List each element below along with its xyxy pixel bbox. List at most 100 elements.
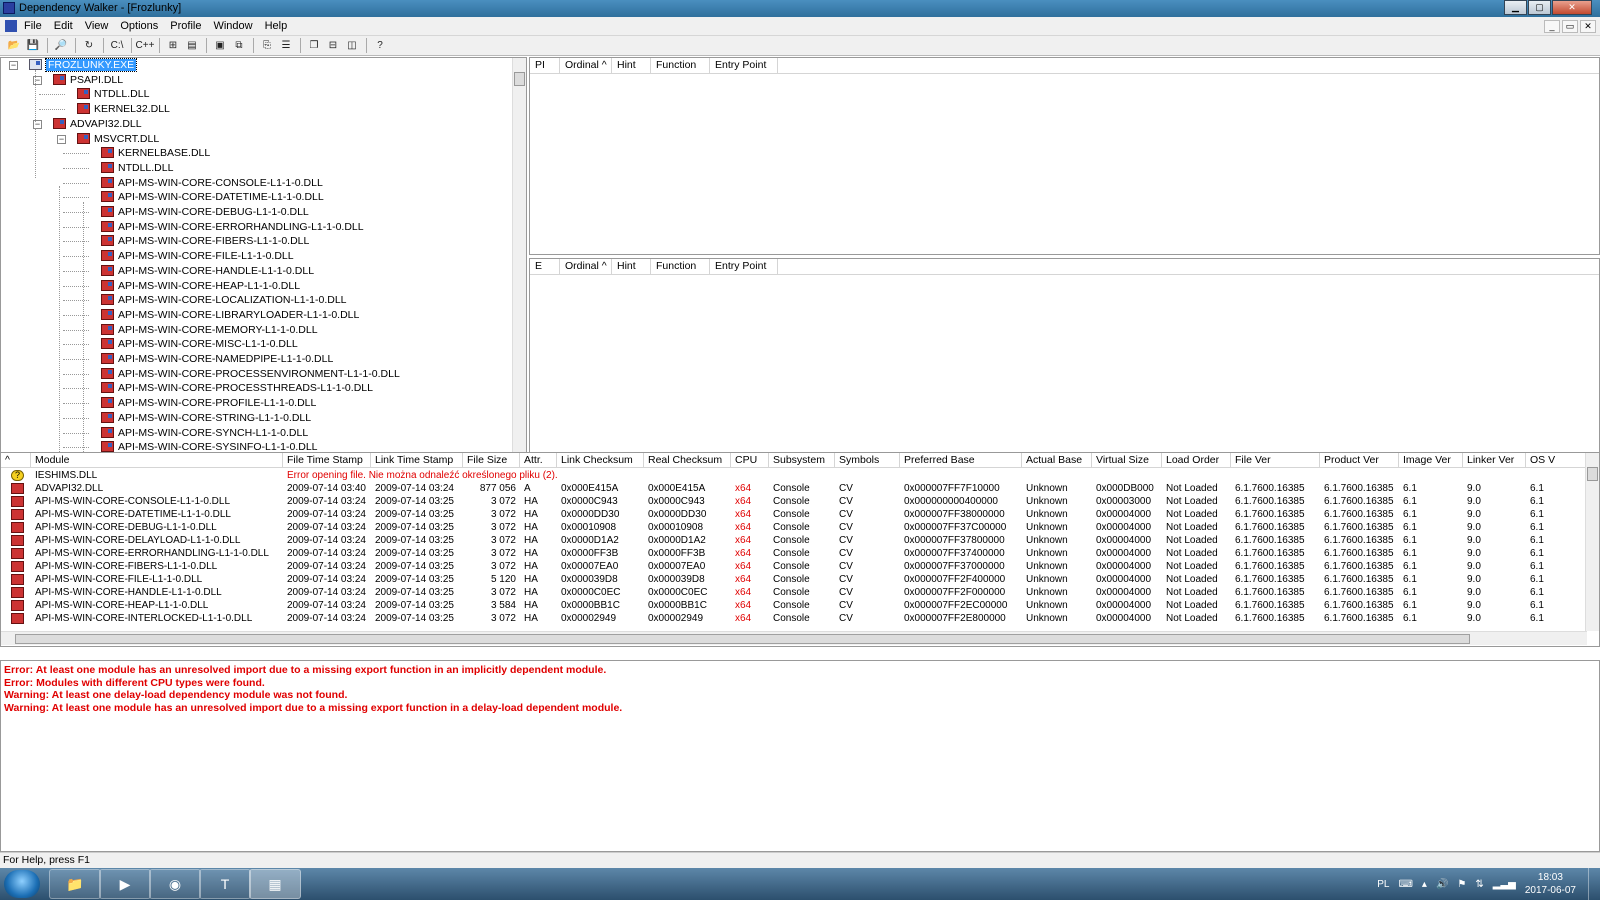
column-cpu[interactable]: CPU [731, 453, 769, 468]
tree-item[interactable]: API-MS-WIN-CORE-LIBRARYLOADER-L1-1-0.DLL [101, 308, 359, 323]
menu-edit[interactable]: Edit [54, 20, 81, 32]
tree-item[interactable]: API-MS-WIN-CORE-ERRORHANDLING-L1-1-0.DLL [101, 220, 364, 235]
column-actual-base[interactable]: Actual Base [1022, 453, 1092, 468]
column-preferred-base[interactable]: Preferred Base [900, 453, 1022, 468]
tree-item[interactable]: ADVAPI32.DLL [53, 117, 142, 132]
column-pi[interactable]: PI [530, 58, 560, 74]
tree-item[interactable]: API-MS-WIN-CORE-NAMEDPIPE-L1-1-0.DLL [101, 352, 333, 367]
properties-icon[interactable]: ▤ [183, 38, 201, 54]
column-function[interactable]: Function [651, 58, 710, 74]
cascade-icon[interactable]: ❐ [305, 38, 323, 54]
action-center-flag-icon[interactable]: ⚑ [1457, 879, 1466, 890]
undecorate-icon[interactable]: C++ [136, 38, 155, 54]
open-icon[interactable]: 📂 [5, 38, 23, 54]
start-button[interactable] [4, 870, 40, 898]
firefox-taskbar-button[interactable]: ◉ [149, 869, 201, 899]
tree-item[interactable]: API-MS-WIN-CORE-DATETIME-L1-1-0.DLL [101, 190, 324, 205]
media-player-taskbar-button[interactable]: ▶ [99, 869, 151, 899]
show-desktop-button[interactable] [1588, 868, 1600, 900]
column-file-version[interactable]: File Ver [1231, 453, 1320, 468]
scrollbar-thumb[interactable] [1587, 467, 1598, 481]
column-file-time-stamp[interactable]: File Time Stamp [283, 453, 371, 468]
full-paths-icon[interactable]: C:\ [108, 38, 126, 54]
external-viewer-icon[interactable]: ⧉ [230, 38, 248, 54]
auto-expand-icon[interactable]: ⊞ [164, 38, 182, 54]
clock[interactable]: 18:03 2017-06-07 [1525, 871, 1576, 897]
table-row[interactable]: API-MS-WIN-CORE-HEAP-L1-1-0.DLL 2009-07-1… [1, 599, 1599, 612]
tree-item[interactable]: KERNELBASE.DLL [101, 146, 210, 161]
module-list-vertical-scrollbar[interactable] [1585, 453, 1599, 631]
column-product-version[interactable]: Product Ver [1320, 453, 1399, 468]
tree-item[interactable]: API-MS-WIN-CORE-STRING-L1-1-0.DLL [101, 411, 311, 426]
column-entry-point[interactable]: Entry Point [710, 58, 778, 74]
document-icon[interactable] [5, 20, 17, 32]
tile-horizontal-icon[interactable]: ⊟ [324, 38, 342, 54]
select-all-icon[interactable]: ☰ [277, 38, 295, 54]
find-icon[interactable]: 🔎 [52, 38, 70, 54]
column-ordinal[interactable]: Ordinal ^ [560, 259, 612, 275]
volume-icon[interactable]: 🔊 [1436, 879, 1448, 890]
tile-vertical-icon[interactable]: ◫ [343, 38, 361, 54]
tree-item[interactable]: API-MS-WIN-CORE-MISC-L1-1-0.DLL [101, 337, 298, 352]
tree-item[interactable]: API-MS-WIN-CORE-LOCALIZATION-L1-1-0.DLL [101, 293, 347, 308]
tree-item[interactable]: API-MS-WIN-CORE-MEMORY-L1-1-0.DLL [101, 323, 318, 338]
table-row[interactable]: API-MS-WIN-CORE-INTERLOCKED-L1-1-0.DLL 20… [1, 612, 1599, 625]
view-module-icon[interactable]: ▣ [211, 38, 229, 54]
scrollbar-thumb[interactable] [15, 634, 1470, 644]
table-row[interactable]: API-MS-WIN-CORE-FILE-L1-1-0.DLL 2009-07-1… [1, 573, 1599, 586]
tree-item[interactable]: PSAPI.DLL [53, 73, 123, 88]
column-subsystem[interactable]: Subsystem [769, 453, 835, 468]
tree-item[interactable]: API-MS-WIN-CORE-PROFILE-L1-1-0.DLL [101, 396, 316, 411]
table-row[interactable]: ADVAPI32.DLL 2009-07-14 03:40 2009-07-14 0… [1, 482, 1599, 495]
table-row[interactable]: API-MS-WIN-CORE-HANDLE-L1-1-0.DLL 2009-07… [1, 586, 1599, 599]
tree-item[interactable]: NTDLL.DLL [77, 87, 149, 102]
table-row[interactable]: ? IESHIMS.DLL Error opening file. Nie możn… [1, 469, 1599, 482]
scrollbar-thumb[interactable] [514, 72, 525, 86]
tree-item[interactable]: KERNEL32.DLL [77, 102, 170, 117]
maximize-button[interactable]: ▢ [1528, 0, 1551, 15]
log-pane[interactable]: Error: At least one module has an unreso… [0, 660, 1600, 852]
column-file-size[interactable]: File Size [463, 453, 520, 468]
explorer-taskbar-button[interactable]: 📁 [49, 869, 101, 899]
column-ordinal[interactable]: Ordinal ^ [560, 58, 612, 74]
tree-item[interactable]: FROZLUNKY.EXE [29, 58, 138, 73]
menu-window[interactable]: Window [213, 20, 260, 32]
module-dependency-tree[interactable]: − FROZLUNKY.EXE − PSAPI.DLL NTDLL.DLL KERNEL3… [0, 57, 527, 455]
table-row[interactable]: API-MS-WIN-CORE-DEBUG-L1-1-0.DLL 2009-07-… [1, 521, 1599, 534]
menu-file[interactable]: File [24, 20, 50, 32]
tree-item[interactable]: API-MS-WIN-CORE-CONSOLE-L1-1-0.DLL [101, 176, 323, 191]
column-load-order[interactable]: Load Order [1162, 453, 1231, 468]
language-indicator[interactable]: PL [1377, 879, 1389, 890]
save-icon[interactable]: 💾 [24, 38, 42, 54]
tree-item[interactable]: API-MS-WIN-CORE-HEAP-L1-1-0.DLL [101, 279, 300, 294]
tree-item[interactable]: API-MS-WIN-CORE-PROCESSTHREADS-L1-1-0.DL… [101, 381, 373, 396]
table-row[interactable]: API-MS-WIN-CORE-DELAYLOAD-L1-1-0.DLL 2009… [1, 534, 1599, 547]
tree-item[interactable]: API-MS-WIN-CORE-FILE-L1-1-0.DLL [101, 249, 294, 264]
module-list[interactable]: ^ Module File Time Stamp Link Time Stamp Fil… [0, 452, 1600, 647]
tree-item[interactable]: API-MS-WIN-CORE-PROCESSENVIRONMENT-L1-1-… [101, 367, 400, 382]
tree-item[interactable]: API-MS-WIN-CORE-HANDLE-L1-1-0.DLL [101, 264, 314, 279]
refresh-icon[interactable]: ↻ [80, 38, 98, 54]
tree-item[interactable]: API-MS-WIN-CORE-SYNCH-L1-1-0.DLL [101, 426, 308, 441]
tree-item[interactable]: API-MS-WIN-CORE-DEBUG-L1-1-0.DLL [101, 205, 309, 220]
column-virtual-size[interactable]: Virtual Size [1092, 453, 1162, 468]
table-row[interactable]: API-MS-WIN-CORE-ERRORHANDLING-L1-1-0.DLL… [1, 547, 1599, 560]
column-module[interactable]: Module [31, 453, 283, 468]
tree-item[interactable]: API-MS-WIN-CORE-FIBERS-L1-1-0.DLL [101, 234, 309, 249]
parent-imports-pane[interactable]: PI Ordinal ^ Hint Function Entry Point [529, 57, 1600, 255]
table-row[interactable]: API-MS-WIN-CORE-DATETIME-L1-1-0.DLL 2009-… [1, 508, 1599, 521]
show-hidden-icons-icon[interactable]: ▴ [1422, 879, 1427, 890]
keyboard-icon[interactable]: ⌨ [1398, 879, 1412, 890]
column-link-time-stamp[interactable]: Link Time Stamp [371, 453, 463, 468]
column-function[interactable]: Function [651, 259, 710, 275]
column-linker-version[interactable]: Linker Ver [1463, 453, 1526, 468]
menu-view[interactable]: View [85, 20, 117, 32]
child-restore-button[interactable]: ▭ [1562, 20, 1578, 33]
menu-profile[interactable]: Profile [170, 20, 209, 32]
network-icon[interactable]: ⇅ [1475, 879, 1483, 890]
tree-collapse-toggle[interactable]: − [9, 61, 18, 70]
column-attributes[interactable]: Attr. [520, 453, 557, 468]
app-taskbar-button[interactable]: T [199, 869, 251, 899]
child-close-button[interactable]: ✕ [1580, 20, 1596, 33]
table-row[interactable]: API-MS-WIN-CORE-FIBERS-L1-1-0.DLL 2009-07… [1, 560, 1599, 573]
